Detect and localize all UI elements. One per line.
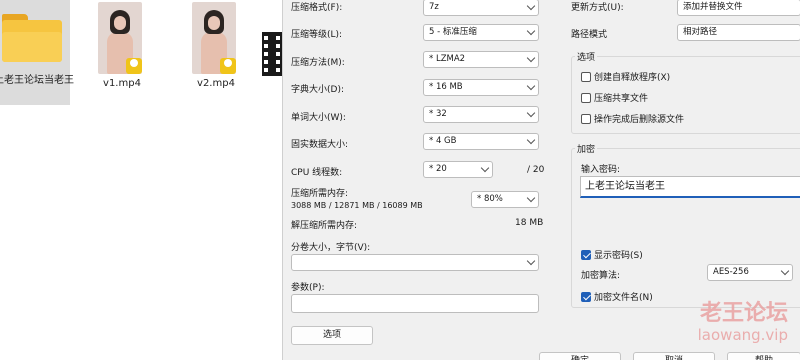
folder-icon (2, 14, 62, 64)
folder-label: 上老王论坛当老王 (0, 75, 74, 86)
algo-label: 加密算法: (581, 271, 621, 281)
mem-compress-label: 压缩所需内存: (291, 189, 349, 199)
chevron-down-icon (526, 193, 536, 203)
mem-compress-detail: 3088 MB / 12871 MB / 16089 MB (291, 201, 423, 210)
word-label: 单词大小(W): (291, 113, 346, 123)
level-label: 压缩等级(L): (291, 30, 343, 40)
player-badge-icon (220, 58, 236, 74)
chevron-down-icon (526, 81, 536, 91)
threads-select[interactable]: * 20 (423, 161, 493, 178)
checkbox-checked-icon (581, 291, 591, 302)
cancel-button[interactable]: 取消 (633, 352, 715, 360)
show-password-checkbox[interactable]: 显示密码(S) (581, 248, 643, 261)
format-select[interactable]: 7z (423, 0, 539, 16)
video-file-item[interactable]: v1.mp4 (92, 0, 152, 100)
checkbox-icon (581, 113, 591, 124)
level-select[interactable]: 5 - 标准压缩 (423, 24, 539, 41)
chevron-down-icon (480, 163, 490, 173)
volume-select[interactable] (291, 254, 539, 271)
chevron-down-icon (780, 266, 790, 276)
options-button[interactable]: 选项 (291, 326, 373, 345)
update-label: 更新方式(U): (571, 3, 624, 13)
algo-select[interactable]: AES-256 (707, 264, 793, 281)
encryption-group-title: 加密 (575, 142, 598, 155)
params-input[interactable] (291, 294, 539, 313)
video-file-item[interactable]: v2.mp4 (186, 0, 246, 100)
mem-decompress-value: 18 MB (515, 218, 544, 228)
chevron-down-icon (526, 1, 536, 11)
folder-item[interactable]: 上老王论坛当老王 (0, 0, 74, 105)
volume-label: 分卷大小，字节(V): (291, 243, 371, 253)
checkbox-icon (581, 92, 591, 103)
chevron-down-icon (526, 53, 536, 63)
help-button[interactable]: 帮助 (727, 352, 800, 360)
delete-source-checkbox[interactable]: 操作完成后删除源文件 (581, 112, 684, 125)
chevron-down-icon (526, 135, 536, 145)
method-label: 压缩方法(M): (291, 58, 345, 68)
chevron-down-icon (526, 256, 536, 266)
options-group-title: 选项 (575, 50, 598, 63)
format-label: 压缩格式(F): (291, 3, 343, 13)
password-label: 输入密码: (581, 165, 621, 175)
solid-select[interactable]: * 4 GB (423, 133, 539, 150)
threads-max: / 20 (527, 165, 545, 175)
chevron-down-icon (526, 26, 536, 36)
player-badge-icon (126, 58, 142, 74)
watermark-title: 老王论坛 (699, 300, 788, 326)
pathmode-label: 路径模式 (571, 30, 608, 40)
mem-usage-select[interactable]: * 80% (471, 191, 539, 208)
watermark-url: laowang.vip (697, 326, 788, 344)
dict-label: 字典大小(D): (291, 85, 344, 95)
checkbox-icon (581, 71, 591, 82)
pathmode-select[interactable]: 相对路径 (677, 24, 800, 41)
method-select[interactable]: * LZMA2 (423, 51, 539, 68)
file-label: v1.mp4 (103, 78, 141, 89)
password-input[interactable]: 上老王论坛当老王 (580, 176, 800, 198)
checkbox-checked-icon (581, 249, 591, 260)
encrypt-names-checkbox[interactable]: 加密文件名(N) (581, 290, 653, 303)
watermark: 老王论坛 laowang.vip (660, 300, 800, 344)
dict-select[interactable]: * 16 MB (423, 79, 539, 96)
shared-checkbox[interactable]: 压缩共享文件 (581, 91, 648, 104)
word-select[interactable]: * 32 (423, 106, 539, 123)
file-explorer: 上老王论坛当老王 v1.mp4 v2.mp4 (0, 0, 282, 360)
params-label: 参数(P): (291, 283, 325, 293)
mem-decompress-label: 解压缩所需内存: (291, 221, 358, 231)
ok-button[interactable]: 确定 (539, 352, 621, 360)
update-select[interactable]: 添加并替换文件 (677, 0, 800, 16)
threads-label: CPU 线程数: (291, 168, 343, 178)
file-label: v2.mp4 (197, 78, 235, 89)
film-strip-icon (262, 32, 282, 76)
sfx-checkbox[interactable]: 创建自释放程序(X) (581, 70, 670, 83)
chevron-down-icon (526, 108, 536, 118)
solid-label: 固实数据大小: (291, 140, 349, 150)
